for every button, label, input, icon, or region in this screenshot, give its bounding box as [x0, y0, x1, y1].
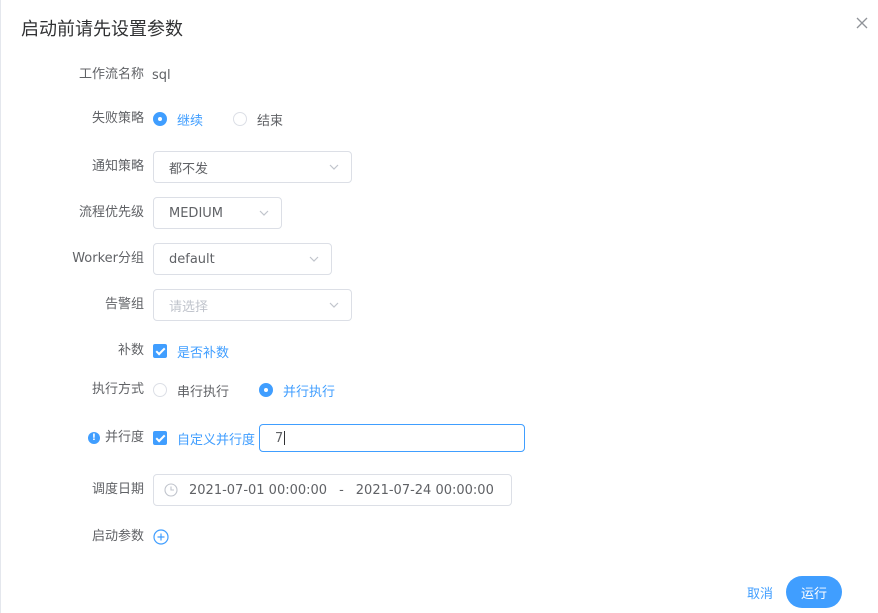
radio-dot-icon	[233, 112, 248, 126]
radio-serial-label: 串行执行	[177, 384, 230, 400]
row-schedule-date: 调度日期 2021-07-01 00:00:00 - 2021-07-24 00…	[1, 474, 878, 506]
dialog-title: 启动前请先设置参数	[21, 19, 183, 40]
chevron-down-icon	[259, 210, 269, 216]
radio-continue[interactable]: 继续	[153, 110, 203, 129]
schedule-start-date[interactable]: 2021-07-01 00:00:00	[189, 483, 327, 498]
priority-label: 流程优先级	[78, 205, 144, 220]
row-alert-group: 告警组 请选择	[1, 289, 878, 321]
row-failure-strategy: 失败策略 继续 结束	[1, 103, 878, 135]
schedule-end-date[interactable]: 2021-07-24 00:00:00	[356, 483, 494, 498]
radio-dot-icon	[153, 383, 167, 397]
date-range-separator: -	[339, 482, 344, 498]
radio-continue-label: 继续	[177, 113, 204, 129]
complement-checkbox-label: 是否补数	[177, 345, 230, 361]
row-exec-mode: 执行方式 串行执行 并行执行	[1, 374, 878, 406]
exec-mode-label: 执行方式	[91, 382, 144, 397]
start-params-label: 启动参数	[91, 529, 144, 544]
schedule-date-label: 调度日期	[91, 482, 144, 497]
row-complement: 补数 是否补数	[1, 335, 878, 367]
close-icon[interactable]	[855, 16, 869, 30]
row-notify-strategy: 通知策略 都不发	[1, 151, 878, 183]
row-worker-group: Worker分组 default	[1, 243, 878, 275]
row-workflow-name: 工作流名称 sql	[1, 59, 878, 91]
parallelism-input[interactable]: 7	[259, 424, 526, 452]
text-cursor	[284, 431, 286, 445]
worker-group-value: default	[169, 251, 215, 267]
radio-parallel[interactable]: 并行执行	[259, 381, 335, 400]
priority-value: MEDIUM	[169, 205, 224, 221]
parallelism-label: 并行度	[104, 430, 144, 445]
checkbox-checked-icon	[153, 344, 167, 358]
row-priority: 流程优先级 MEDIUM	[1, 197, 878, 229]
priority-select[interactable]: MEDIUM	[153, 197, 282, 229]
radio-serial[interactable]: 串行执行	[153, 381, 229, 400]
radio-dot-icon	[153, 112, 167, 126]
info-icon: !	[87, 432, 100, 444]
radio-parallel-label: 并行执行	[283, 384, 336, 400]
schedule-date-range-picker[interactable]: 2021-07-01 00:00:00 - 2021-07-24 00:00:0…	[153, 474, 512, 506]
worker-group-select[interactable]: default	[153, 243, 332, 275]
notify-strategy-select[interactable]: 都不发	[153, 151, 352, 183]
radio-end[interactable]: 结束	[233, 110, 283, 129]
run-button[interactable]: 运行	[786, 576, 842, 608]
failure-strategy-label: 失败策略	[91, 111, 144, 126]
parallelism-value: 7	[275, 430, 284, 446]
alert-group-label: 告警组	[104, 297, 144, 312]
parallelism-checkbox[interactable]: 自定义并行度	[153, 429, 255, 448]
alert-group-placeholder: 请选择	[169, 299, 209, 315]
notify-strategy-label: 通知策略	[91, 159, 144, 174]
chevron-down-icon	[329, 302, 339, 308]
worker-group-label: Worker分组	[72, 251, 144, 266]
complement-label: 补数	[117, 343, 144, 358]
chevron-down-icon	[329, 164, 339, 170]
parallelism-label-group: ! 并行度	[4, 422, 144, 454]
workflow-name-label: 工作流名称	[78, 67, 144, 82]
notify-strategy-value: 都不发	[169, 161, 209, 177]
radio-dot-icon	[259, 383, 274, 397]
start-params-dialog: 启动前请先设置参数 工作流名称 sql 失败策略 继续 结束 通知策略 都不发	[0, 0, 878, 613]
parallelism-checkbox-label: 自定义并行度	[177, 432, 256, 448]
checkbox-checked-icon	[153, 431, 167, 445]
alert-group-select[interactable]: 请选择	[153, 289, 352, 321]
radio-end-label: 结束	[257, 113, 284, 129]
row-parallelism: ! 并行度 自定义并行度 7	[1, 422, 878, 454]
complement-checkbox[interactable]: 是否补数	[153, 342, 229, 361]
plus-circle-icon[interactable]	[153, 529, 169, 545]
clock-icon	[164, 483, 178, 497]
chevron-down-icon	[309, 256, 319, 262]
cancel-button[interactable]: 取消	[747, 583, 773, 602]
row-start-params: 启动参数	[1, 521, 878, 553]
workflow-name-value: sql	[152, 67, 171, 83]
